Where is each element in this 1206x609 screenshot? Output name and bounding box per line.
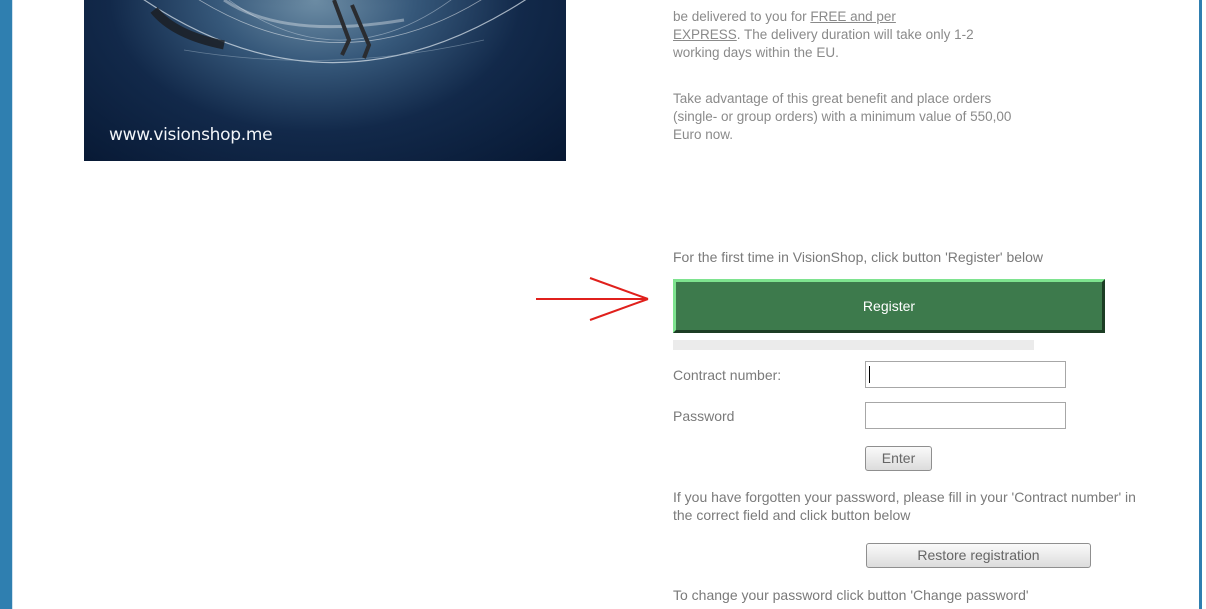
text-cursor xyxy=(869,366,870,383)
divider-bar xyxy=(673,340,1034,350)
delivery-text-start: be delivered to you for xyxy=(673,9,811,24)
right-border xyxy=(1199,0,1202,609)
delivery-paragraph: be delivered to you for FREE and per EXPR… xyxy=(673,8,1013,62)
banner-url-text: www.visionshop.me xyxy=(109,125,273,145)
enter-button[interactable]: Enter xyxy=(865,446,932,471)
restore-registration-button[interactable]: Restore registration xyxy=(866,543,1091,568)
left-border xyxy=(0,0,12,609)
red-arrow-icon xyxy=(536,277,649,321)
register-hint: For the first time in VisionShop, click … xyxy=(673,249,1044,265)
benefit-paragraph: Take advantage of this great benefit and… xyxy=(673,91,1012,142)
change-password-text: To change your password click button 'Ch… xyxy=(673,587,1029,603)
password-label: Password xyxy=(673,408,735,424)
left-border-line xyxy=(12,0,13,609)
register-button[interactable]: Register xyxy=(673,279,1105,333)
banner-image: www.visionshop.me xyxy=(84,0,566,161)
contract-number-input[interactable] xyxy=(865,361,1066,388)
express-link[interactable]: EXPRESS xyxy=(673,27,737,42)
free-link[interactable]: FREE and per xyxy=(810,9,896,24)
password-input[interactable] xyxy=(865,402,1066,429)
contract-number-label: Contract number: xyxy=(673,367,782,383)
forgot-password-text: If you have forgotten your password, ple… xyxy=(673,489,1136,523)
